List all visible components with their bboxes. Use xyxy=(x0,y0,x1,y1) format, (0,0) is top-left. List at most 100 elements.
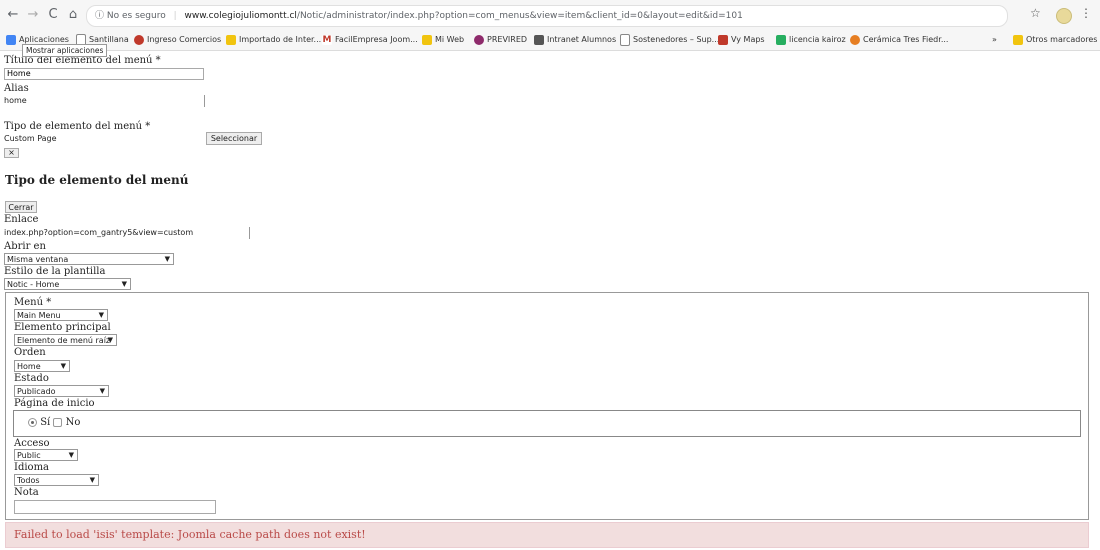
bookmark-label: PREVIRED xyxy=(487,35,528,44)
bookmark-previred[interactable]: PREVIRED xyxy=(474,33,527,47)
site-icon xyxy=(850,34,860,45)
folder-icon xyxy=(422,34,432,45)
link-field-edge xyxy=(249,227,250,239)
bookmark-label: licencia kairoz xyxy=(789,35,846,44)
bookmark-label: Vy Maps xyxy=(731,35,765,44)
details-panel xyxy=(5,292,1089,520)
menu-select[interactable]: Main Menu ▼ xyxy=(14,309,108,321)
page-icon xyxy=(620,33,630,46)
open-in-select[interactable]: Misma ventana ▼ xyxy=(4,253,174,265)
bookmark-licencia-kairoz[interactable]: licencia kairoz xyxy=(776,33,846,47)
apps-grid-icon xyxy=(6,34,16,45)
status-value: Publicado xyxy=(17,387,56,396)
alias-field-edge xyxy=(204,95,205,107)
access-label: Acceso xyxy=(14,438,50,449)
site-icon xyxy=(474,34,484,45)
parent-label: Elemento principal xyxy=(14,322,111,333)
clear-type-button[interactable]: × xyxy=(4,148,19,158)
bookmark-label: FacilEmpresa Joom... xyxy=(335,35,418,44)
home-no-radio[interactable] xyxy=(53,418,63,427)
language-select[interactable]: Todos ▼ xyxy=(14,474,99,486)
template-style-select[interactable]: Notic - Home ▼ xyxy=(4,278,131,290)
language-value: Todos xyxy=(17,476,40,485)
profile-avatar[interactable] xyxy=(1056,8,1072,24)
url-separator: | xyxy=(173,11,177,21)
bookmark-label: Aplicaciones xyxy=(19,35,69,44)
forward-arrow-icon[interactable]: → xyxy=(24,6,42,24)
dropdown-arrow-icon: ▼ xyxy=(164,255,170,263)
bookmark-label: Mi Web xyxy=(435,35,465,44)
home-icon[interactable]: ⌂ xyxy=(64,6,82,24)
bookmark-other[interactable]: Otros marcadores xyxy=(1013,33,1097,47)
note-input[interactable] xyxy=(14,500,216,514)
status-label: Estado xyxy=(14,373,49,384)
bookmark-star-icon[interactable]: ☆ xyxy=(1030,6,1041,20)
type-label: Tipo de elemento del menú * xyxy=(4,121,151,132)
dropdown-arrow-icon: ▼ xyxy=(121,280,127,288)
bookmark-vy-maps[interactable]: Vy Maps xyxy=(718,33,765,47)
dropdown-arrow-icon: ▼ xyxy=(99,387,105,395)
url-host: www.colegiojuliomontt.cl xyxy=(184,11,297,21)
bookmark-sostenedores[interactable]: Sostenedores – Sup... xyxy=(620,33,719,47)
menu-label: Menú * xyxy=(14,297,52,308)
order-label: Orden xyxy=(14,347,46,358)
parent-select[interactable]: Elemento de menú raíz ▼ xyxy=(14,334,117,346)
open-in-value: Misma ventana xyxy=(7,255,69,264)
dropdown-arrow-icon: ▼ xyxy=(68,451,74,459)
bookmarks-bar: Aplicaciones Santillana Ingreso Comercio… xyxy=(0,30,1100,51)
bookmark-importado[interactable]: Importado de Inter... xyxy=(226,33,321,47)
bookmark-label: Santillana xyxy=(89,35,129,44)
close-button[interactable]: Cerrar xyxy=(5,201,37,213)
bookmark-facilempresa[interactable]: M FacilEmpresa Joom... xyxy=(322,33,418,47)
type-value: Custom Page xyxy=(4,134,57,143)
reload-icon[interactable]: C xyxy=(44,6,62,24)
status-select[interactable]: Publicado ▼ xyxy=(14,385,109,397)
home-yes-label: Sí xyxy=(40,417,51,428)
back-arrow-icon[interactable]: ← xyxy=(4,6,22,24)
url-bar[interactable]: ⓘ No es seguro | www.colegiojuliomontt.c… xyxy=(86,5,1008,27)
home-page-options: Sí No xyxy=(28,417,80,428)
parent-value: Elemento de menú raíz xyxy=(17,336,111,345)
bookmark-intranet[interactable]: Intranet Alumnos xyxy=(534,33,616,47)
template-style-value: Notic - Home xyxy=(7,280,60,289)
access-select[interactable]: Public ▼ xyxy=(14,449,78,461)
link-label: Enlace xyxy=(4,214,39,225)
alias-label: Alias xyxy=(4,83,29,94)
gmail-icon: M xyxy=(322,34,332,45)
bookmarks-overflow-button[interactable]: » xyxy=(992,33,997,47)
note-label: Nota xyxy=(14,487,39,498)
bookmark-label: Intranet Alumnos xyxy=(547,35,617,44)
open-in-label: Abrir en xyxy=(4,241,46,252)
site-icon xyxy=(776,34,786,45)
access-value: Public xyxy=(17,451,41,460)
alias-value[interactable]: home xyxy=(4,96,27,105)
address-bar-area: ← → C ⌂ ⓘ No es seguro | www.colegiojuli… xyxy=(0,0,1100,31)
dropdown-arrow-icon: ▼ xyxy=(89,476,95,484)
link-value: index.php?option=com_gantry5&view=custom xyxy=(4,228,194,237)
home-no-label: No xyxy=(65,417,81,428)
home-yes-radio[interactable] xyxy=(28,418,37,427)
menu-value: Main Menu xyxy=(17,311,61,320)
bookmark-mi-web[interactable]: Mi Web xyxy=(422,33,464,47)
folder-icon xyxy=(226,34,236,45)
select-type-button[interactable]: Seleccionar xyxy=(206,132,262,145)
url-path: /Notic/administrator/index.php?option=co… xyxy=(296,11,743,21)
home-page-label: Página de inicio xyxy=(14,398,95,409)
title-input[interactable] xyxy=(4,68,204,80)
site-icon xyxy=(534,34,544,45)
folder-icon xyxy=(1013,34,1023,45)
bookmark-label: Otros marcadores xyxy=(1026,35,1098,44)
language-label: Idioma xyxy=(14,462,50,473)
dropdown-arrow-icon: ▼ xyxy=(98,311,104,319)
bookmark-ingreso-comercios[interactable]: Ingreso Comercios xyxy=(134,33,221,47)
home-page-fieldset: Sí No xyxy=(13,410,1081,437)
bookmark-label: Cerámica Tres Fiedr... xyxy=(863,35,949,44)
apps-tooltip: Mostrar aplicaciones xyxy=(22,44,108,57)
info-icon[interactable]: ⓘ xyxy=(95,6,104,26)
bookmark-ceramica[interactable]: Cerámica Tres Fiedr... xyxy=(850,33,948,47)
site-icon xyxy=(134,34,144,45)
dropdown-arrow-icon: ▼ xyxy=(60,362,66,370)
menu-kebab-icon[interactable]: ⋮ xyxy=(1080,6,1092,20)
order-select[interactable]: Home ▼ xyxy=(14,360,70,372)
security-status: No es seguro xyxy=(106,11,166,21)
